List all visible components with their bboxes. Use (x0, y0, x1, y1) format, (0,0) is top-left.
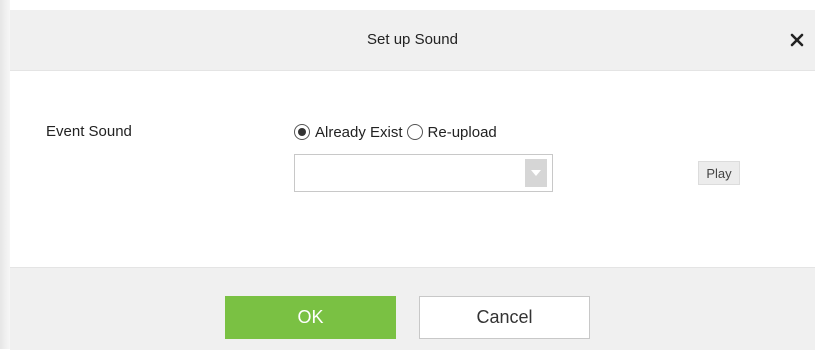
radio-unchecked-icon[interactable] (406, 124, 423, 140)
select-dropdown-button[interactable] (525, 159, 547, 187)
dialog-title: Set up Sound (367, 31, 458, 48)
dialog-body: Event Sound Already Exist Re-upload Play (10, 71, 815, 277)
play-button[interactable]: Play (698, 161, 740, 185)
dialog-title-bar: Set up Sound (10, 10, 815, 71)
sound-source-radio-group: Already Exist Re-upload (294, 121, 497, 143)
set-up-sound-dialog: Set up Sound Event Sound Already Exist R… (10, 10, 815, 350)
dialog-footer: OK Cancel (10, 267, 815, 350)
ok-button[interactable]: OK (225, 296, 396, 339)
radio-already-exist-label: Already Exist (315, 123, 403, 141)
close-icon (790, 33, 804, 47)
radio-already-exist[interactable]: Already Exist (294, 124, 403, 141)
radio-re-upload[interactable]: Re-upload (406, 123, 497, 141)
sound-select[interactable] (294, 154, 553, 192)
event-sound-label: Event Sound (46, 123, 132, 140)
radio-re-upload-label: Re-upload (427, 123, 497, 141)
cancel-button[interactable]: Cancel (419, 296, 590, 339)
chevron-down-icon (531, 170, 541, 176)
backdrop-shadow (0, 0, 10, 349)
close-button[interactable] (787, 30, 807, 50)
radio-checked-icon[interactable] (294, 124, 310, 140)
radio-dot (298, 128, 306, 136)
